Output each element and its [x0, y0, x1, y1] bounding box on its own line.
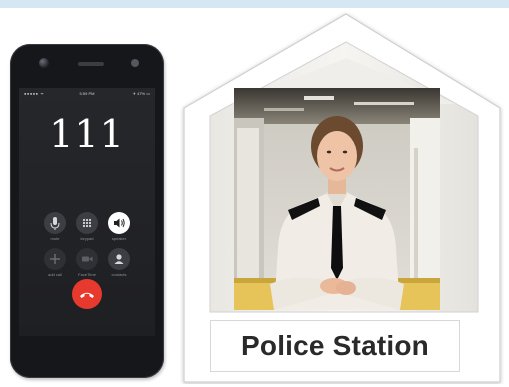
- video-icon: [82, 256, 93, 262]
- earpiece-speaker: [78, 62, 104, 66]
- hang-up-icon: [80, 292, 94, 298]
- officer-illustration: [234, 88, 440, 310]
- dialed-number: 111: [49, 112, 125, 156]
- speaker-icon: [114, 218, 125, 228]
- keypad-icon: [82, 218, 92, 228]
- plus-icon: [50, 254, 60, 264]
- add-call-button[interactable]: [44, 248, 66, 270]
- speaker-button[interactable]: [108, 212, 130, 234]
- phone-top-bezel: [10, 44, 164, 86]
- mute-button[interactable]: [44, 212, 66, 234]
- contacts-button[interactable]: [108, 248, 130, 270]
- police-station-sign: Police Station: [210, 320, 460, 372]
- call-screen: ●●●●● ᯤ 5:59 PM ✈ 47% ▭ 111 mute keypad …: [19, 88, 155, 336]
- battery-indicator: ✈ 47% ▭: [132, 91, 150, 96]
- smartphone: ●●●●● ᯤ 5:59 PM ✈ 47% ▭ 111 mute keypad …: [10, 44, 164, 378]
- police-station-house-frame: Police Station: [180, 12, 504, 384]
- status-bar: ●●●●● ᯤ 5:59 PM ✈ 47% ▭: [19, 88, 155, 98]
- speaker-label: speaker: [111, 236, 127, 241]
- contacts-label: contacts: [111, 272, 127, 277]
- keypad-button[interactable]: [76, 212, 98, 234]
- facetime-button[interactable]: [76, 248, 98, 270]
- sign-text: Police Station: [241, 330, 429, 361]
- microphone-icon: [50, 217, 60, 230]
- police-officer-photo: [234, 88, 440, 310]
- end-call-button[interactable]: [72, 279, 102, 309]
- top-band: [0, 0, 509, 8]
- contact-icon: [114, 254, 124, 264]
- front-camera-icon: [39, 58, 49, 68]
- proximity-sensor: [131, 59, 139, 67]
